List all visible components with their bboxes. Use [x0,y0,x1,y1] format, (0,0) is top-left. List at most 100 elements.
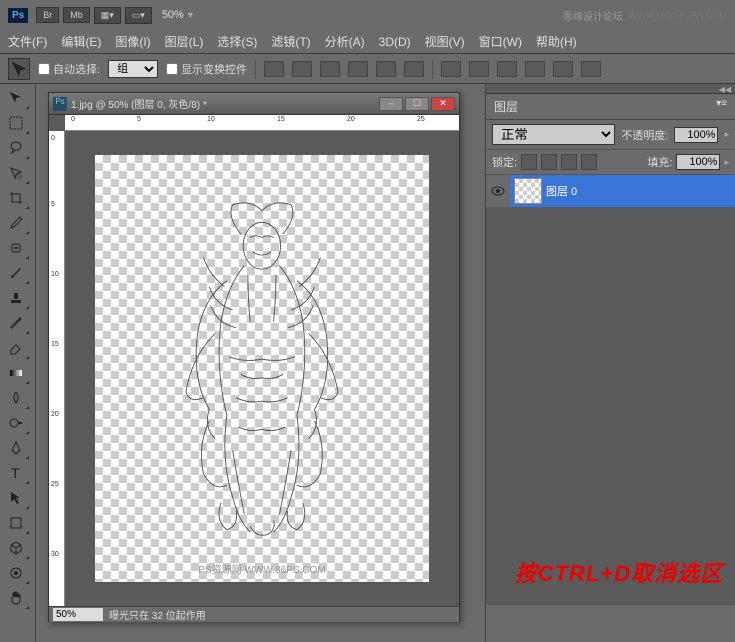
auto-select-label: 自动选择: [53,61,100,77]
align-left-icon[interactable] [348,61,368,77]
zoom-dropdown-icon[interactable]: ▼ [186,10,195,20]
doc-ps-icon: Ps [53,97,67,111]
layer-thumbnail[interactable] [514,178,542,204]
canvas-area: Ps 1.jpg @ 50% (图层 0, 灰色/8) * – ☐ ✕ 0 5 … [36,84,485,642]
show-transform-checkbox[interactable] [166,63,178,75]
menu-edit[interactable]: 编辑(E) [61,33,101,50]
distribute-top-icon[interactable] [441,61,461,77]
document-status-bar: 50% 曝光只在 32 位起作用 [49,606,459,622]
lock-pixels-icon[interactable] [541,154,557,170]
ruler-vertical[interactable]: 0 5 10 15 20 25 30 [49,131,65,606]
fill-arrow-icon[interactable]: ▸ [724,157,729,168]
auto-select-checkbox[interactable] [38,63,50,75]
panel-menu-icon[interactable]: ▾≡ [716,98,727,115]
3d-camera-tool[interactable] [2,561,30,585]
auto-select-target[interactable]: 组 [108,60,158,78]
distribute-vcenter-icon[interactable] [469,61,489,77]
align-vcenter-icon[interactable] [292,61,312,77]
screen-mode-button[interactable]: ▦▾ [94,7,121,24]
path-select-tool[interactable] [2,486,30,510]
ruler-horizontal[interactable]: 0 5 10 15 20 25 [65,115,459,131]
align-hcenter-icon[interactable] [376,61,396,77]
menu-filter[interactable]: 滤镜(T) [271,33,310,50]
fill-label: 填充: [647,154,672,170]
crop-tool[interactable] [2,186,30,210]
artwork-lineart [95,155,429,582]
svg-text:T: T [11,465,20,481]
lock-position-icon[interactable] [561,154,577,170]
menu-select[interactable]: 选择(S) [217,33,257,50]
align-bottom-icon[interactable] [320,61,340,77]
shape-tool[interactable] [2,511,30,535]
eyedropper-tool[interactable] [2,211,30,235]
blur-tool[interactable] [2,386,30,410]
3d-tool[interactable] [2,536,30,560]
auto-select-check[interactable]: 自动选择: [38,61,100,77]
blend-mode-row: 正常 不透明度: 100% ▸ [486,120,735,150]
gradient-tool[interactable] [2,361,30,385]
menu-file[interactable]: 文件(F) [8,33,47,50]
layers-panel: 图层 ▾≡ 正常 不透明度: 100% ▸ 锁定: 填充: 100% [486,94,735,605]
stamp-tool[interactable] [2,286,30,310]
healing-tool[interactable] [2,236,30,260]
hand-tool[interactable] [2,586,30,610]
marquee-tool[interactable] [2,111,30,135]
tab-layers[interactable]: 图层 [494,98,518,115]
menu-help[interactable]: 帮助(H) [536,33,577,50]
bridge-button[interactable]: Br [36,7,59,23]
show-transform-check[interactable]: 显示变换控件 [166,61,247,77]
separator [432,59,433,79]
menu-3d[interactable]: 3D(D) [379,35,411,49]
layer-name[interactable]: 图层 0 [546,183,577,199]
canvas[interactable]: PS资源网 WWW.86PS.COM [65,131,459,606]
maximize-button[interactable]: ☐ [405,97,429,111]
layer-visibility-icon[interactable] [486,175,510,207]
align-top-icon[interactable] [264,61,284,77]
minimize-button[interactable]: – [379,97,403,111]
layer-list[interactable]: 图层 0 [486,175,735,605]
status-zoom[interactable]: 50% [53,608,103,621]
menu-window[interactable]: 窗口(W) [479,33,522,50]
watermark-text: 思缘设计论坛 [563,8,623,23]
lock-label: 锁定: [492,154,517,170]
history-brush-tool[interactable] [2,311,30,335]
document-title: 1.jpg @ 50% (图层 0, 灰色/8) * [71,96,207,111]
quick-select-tool[interactable] [2,161,30,185]
layer-row[interactable]: 图层 0 [486,175,735,207]
lock-transparency-icon[interactable] [521,154,537,170]
panel-collapse-icon[interactable]: ◀◀ [719,85,731,94]
status-text: 曝光只在 32 位起作用 [109,607,206,622]
ps-logo: Ps [8,8,28,23]
pen-tool[interactable] [2,436,30,460]
dodge-tool[interactable] [2,411,30,435]
lock-row: 锁定: 填充: 100% ▸ [486,150,735,175]
type-tool[interactable]: T [2,461,30,485]
distribute-right-icon[interactable] [581,61,601,77]
panel-grip[interactable]: ◀◀ [486,84,735,94]
blend-mode-select[interactable]: 正常 [492,124,615,145]
lasso-tool[interactable] [2,136,30,160]
zoom-level[interactable]: 50% [162,9,184,21]
menu-image[interactable]: 图像(I) [115,33,150,50]
move-tool-icon[interactable] [8,58,30,80]
move-tool[interactable] [2,86,30,110]
menu-analysis[interactable]: 分析(A) [325,33,365,50]
brush-tool[interactable] [2,261,30,285]
distribute-left-icon[interactable] [525,61,545,77]
menu-view[interactable]: 视图(V) [425,33,465,50]
close-button[interactable]: ✕ [431,97,455,111]
fill-value[interactable]: 100% [676,154,720,170]
minibridge-button[interactable]: Mb [63,7,90,23]
align-right-icon[interactable] [404,61,424,77]
distribute-bottom-icon[interactable] [497,61,517,77]
lock-all-icon[interactable] [581,154,597,170]
view-extras-button[interactable]: ▭▾ [125,7,152,24]
menu-layer[interactable]: 图层(L) [165,33,204,50]
distribute-hcenter-icon[interactable] [553,61,573,77]
opacity-value[interactable]: 100% [674,127,718,143]
opacity-arrow-icon[interactable]: ▸ [724,129,729,140]
panel-tabs: 图层 ▾≡ [486,94,735,120]
opacity-label: 不透明度: [621,127,668,143]
document-titlebar[interactable]: Ps 1.jpg @ 50% (图层 0, 灰色/8) * – ☐ ✕ [49,93,459,115]
eraser-tool[interactable] [2,336,30,360]
